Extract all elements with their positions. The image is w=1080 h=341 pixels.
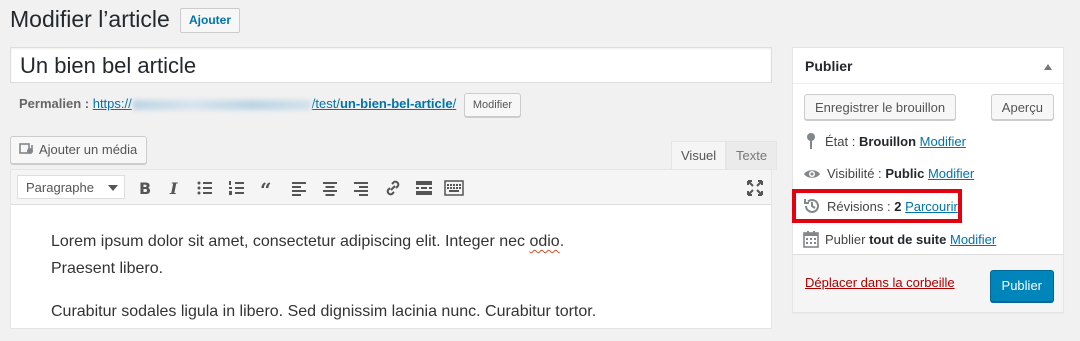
permalink-prefix: https:// — [92, 96, 132, 111]
svg-text:B: B — [139, 179, 151, 198]
p1-text-c: . — [559, 233, 565, 250]
publish-title: Publier — [805, 58, 853, 74]
permalink-path: /test/ — [311, 96, 340, 111]
preview-button[interactable]: Aperçu — [990, 94, 1054, 120]
bold-icon[interactable]: B — [135, 178, 155, 198]
toolbar-toggle-icon[interactable] — [444, 178, 464, 198]
add-media-button[interactable]: Ajouter un média — [10, 136, 148, 164]
align-right-icon[interactable] — [351, 178, 371, 198]
visibility-label: Visibilité : — [827, 166, 882, 181]
calendar-icon — [803, 231, 819, 248]
publish-actions: Déplacer dans la corbeille Publier — [793, 254, 1063, 312]
italic-icon[interactable]: I — [164, 178, 184, 198]
editor-content[interactable]: Lorem ipsum dolor sit amet, consectetur … — [51, 228, 596, 341]
move-to-trash-link[interactable]: Déplacer dans la corbeille — [805, 275, 955, 290]
permalink-label: Permalien : — [19, 96, 90, 111]
format-select-value: Paragraphe — [26, 180, 94, 195]
status-row: État : Brouillon Modifier — [803, 132, 966, 152]
align-left-icon[interactable] — [289, 178, 309, 198]
schedule-label: Publier — [825, 232, 866, 247]
p1-line2: Praesent libero. — [51, 260, 164, 277]
editor-toolbar: Paragraphe B I “ — [11, 170, 771, 205]
permalink-slug: un-bien-bel-article — [339, 96, 453, 111]
save-draft-button[interactable]: Enregistrer le brouillon — [804, 94, 957, 120]
numbered-list-icon[interactable] — [227, 178, 247, 198]
svg-text:I: I — [169, 179, 178, 198]
eye-icon — [804, 170, 820, 178]
format-select[interactable]: Paragraphe — [17, 175, 125, 199]
status-value: Brouillon — [858, 134, 917, 149]
status-edit-link[interactable]: Modifier — [920, 134, 966, 149]
page-title: Modifier l’article — [10, 6, 170, 32]
align-center-icon[interactable] — [320, 178, 340, 198]
svg-text:“: “ — [260, 178, 272, 198]
schedule-edit-link[interactable]: Modifier — [950, 232, 996, 247]
visibility-row: Visibilité : Public Modifier — [803, 164, 974, 184]
tab-text[interactable]: Texte — [726, 141, 778, 170]
blurred-domain — [132, 99, 311, 110]
permalink-edit-button[interactable]: Modifier — [463, 92, 521, 117]
paragraph-1: Lorem ipsum dolor sit amet, consectetur … — [51, 228, 596, 282]
visibility-value: Public — [885, 166, 925, 181]
highlight-box — [792, 189, 962, 223]
bulleted-list-icon[interactable] — [195, 178, 215, 198]
add-media-label: Ajouter un média — [39, 142, 138, 157]
tab-visual[interactable]: Visuel — [671, 141, 727, 170]
read-more-icon[interactable] — [414, 178, 434, 198]
visibility-edit-link[interactable]: Modifier — [928, 166, 974, 181]
chevron-down-icon — [108, 185, 118, 191]
schedule-value: tout de suite — [869, 232, 947, 247]
content-editor[interactable]: Paragraphe B I “ Lorem ipsum dolor sit a… — [10, 169, 772, 329]
paragraph-2: Curabitur sodales ligula in libero. Sed … — [51, 303, 597, 320]
fullscreen-icon[interactable] — [745, 178, 765, 198]
collapse-toggle-icon[interactable] — [1044, 64, 1052, 70]
permalink-suffix: / — [452, 96, 457, 111]
blockquote-icon[interactable]: “ — [258, 178, 278, 198]
permalink-row: Permalien : https:// /test/un-bien-bel-ar… — [19, 92, 521, 117]
p1-text-a: Lorem ipsum dolor sit amet, consectetur … — [51, 233, 530, 250]
permalink-link[interactable]: https:// /test/un-bien-bel-article/ — [93, 96, 457, 111]
p1-text-b: odio — [529, 233, 560, 250]
pin-icon — [807, 133, 815, 149]
link-icon[interactable] — [383, 178, 403, 198]
schedule-row: Publier tout de suite Modifier — [803, 230, 996, 250]
publish-header[interactable]: Publier — [793, 48, 1063, 84]
media-icon — [19, 143, 33, 154]
publish-box: Publier Enregistrer le brouillon Aperçu … — [792, 47, 1064, 313]
publish-button[interactable]: Publier — [989, 270, 1054, 302]
status-label: État : — [825, 134, 856, 149]
post-title-input[interactable]: Un bien bel article — [10, 47, 772, 83]
add-new-button[interactable]: Ajouter — [180, 8, 240, 33]
